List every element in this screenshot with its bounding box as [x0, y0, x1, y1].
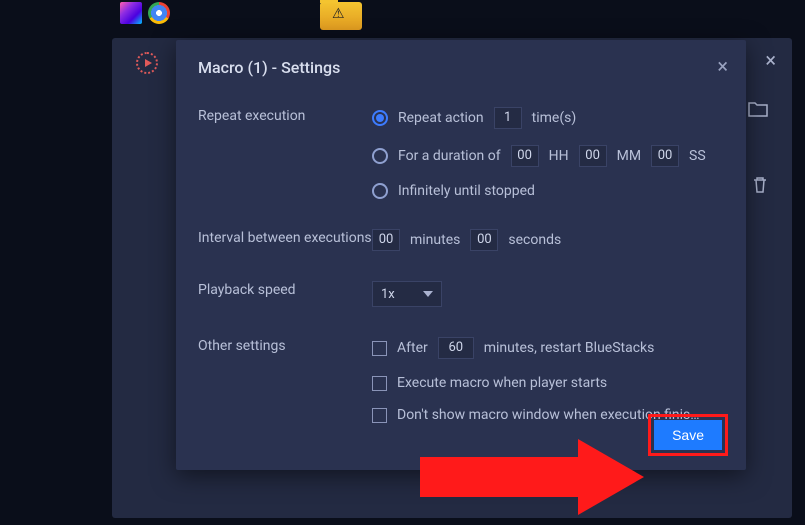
infinite-text: Infinitely until stopped [398, 183, 535, 199]
checkbox-restart[interactable] [372, 341, 387, 356]
radio-infinite[interactable] [372, 183, 388, 199]
seconds-label: seconds [508, 232, 561, 248]
repeat-action-text: Repeat action [398, 110, 484, 126]
close-icon[interactable]: × [765, 48, 776, 72]
radio-repeat-action[interactable] [372, 110, 388, 126]
restart-pre: After [397, 340, 428, 356]
duration-mm[interactable]: 00 [579, 145, 607, 167]
hh-label: HH [549, 148, 569, 164]
repeat-execution-label: Repeat execution [198, 107, 372, 126]
chrome-icon[interactable] [148, 2, 170, 24]
macro-settings-dialog: Macro (1) - Settings × Repeat execution … [176, 40, 746, 470]
dialog-title: Macro (1) - Settings [198, 58, 724, 77]
other-settings-label: Other settings [198, 337, 372, 356]
repeat-action-count[interactable]: 1 [494, 107, 522, 129]
restart-minutes[interactable]: 60 [438, 337, 474, 359]
save-highlight: Save [648, 414, 728, 456]
duration-text: For a duration of [398, 148, 501, 164]
repeat-action-suffix: time(s) [532, 110, 577, 126]
radio-duration[interactable] [372, 148, 388, 164]
mm-label: MM [617, 148, 641, 164]
interval-minutes[interactable]: 00 [372, 229, 400, 251]
desktop-folder-icon[interactable] [320, 2, 362, 30]
interval-label: Interval between executions [198, 229, 372, 248]
save-button[interactable]: Save [654, 420, 722, 450]
checkbox-hide-window[interactable] [372, 408, 387, 423]
dialog-close-icon[interactable]: × [717, 54, 728, 78]
exec-on-start-text: Execute macro when player starts [397, 375, 607, 391]
open-folder-icon[interactable] [748, 100, 768, 118]
restart-post: minutes, restart BlueStacks [484, 340, 655, 356]
trash-icon[interactable] [752, 176, 768, 194]
playback-speed-label: Playback speed [198, 281, 372, 300]
playback-speed-value: 1x [381, 287, 395, 302]
chevron-down-icon [423, 291, 433, 297]
ss-label: SS [689, 148, 706, 164]
playback-speed-select[interactable]: 1x [372, 281, 442, 307]
duration-ss[interactable]: 00 [651, 145, 679, 167]
loading-spinner-icon [136, 52, 158, 74]
checkbox-exec-on-start[interactable] [372, 376, 387, 391]
duration-hh[interactable]: 00 [511, 145, 539, 167]
app-icon[interactable] [120, 2, 142, 24]
interval-seconds[interactable]: 00 [470, 229, 498, 251]
minutes-label: minutes [410, 232, 460, 248]
